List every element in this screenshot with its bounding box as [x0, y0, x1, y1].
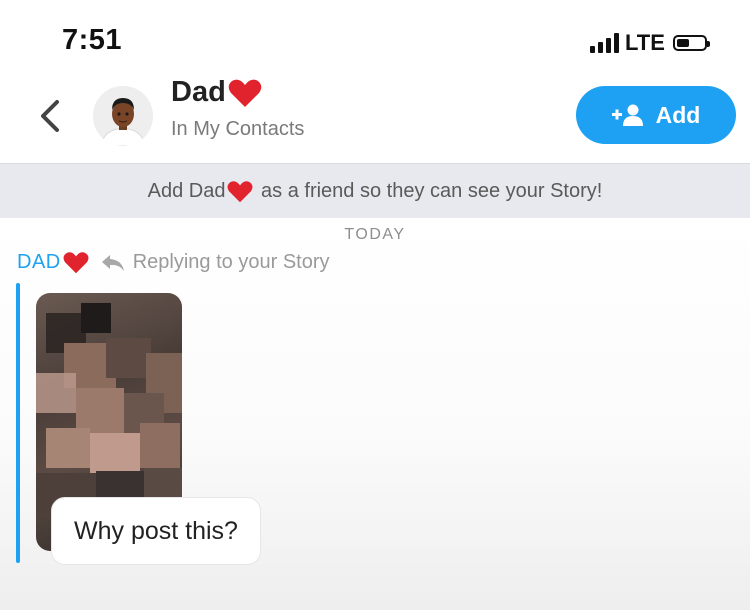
censor-block [140, 423, 180, 468]
add-friend-banner: Add Dad as a friend so they can see your… [0, 163, 750, 219]
censor-block [76, 388, 124, 433]
reply-arrow-icon [101, 254, 124, 271]
bitmoji-avatar-icon [93, 86, 153, 146]
censor-block [46, 428, 90, 468]
heart-icon [228, 79, 262, 107]
reply-indicator-bar [16, 283, 20, 563]
status-indicators: LTE [590, 30, 710, 56]
contact-name-text: Dad [171, 76, 226, 108]
add-button-label: Add [655, 101, 701, 128]
banner-text-end: as a friend so they can see your Story! [255, 180, 603, 202]
reply-context: Replying to your Story [101, 251, 330, 274]
message-header: DAD Replying to your Story [17, 251, 330, 274]
reply-context-text: Replying to your Story [132, 251, 330, 273]
avatar[interactable] [93, 86, 153, 146]
censor-block [106, 338, 151, 378]
censor-block [36, 373, 76, 413]
heart-icon [63, 252, 89, 274]
banner-text-start: Add Dad [147, 180, 226, 202]
contact-subtitle: In My Contacts [171, 118, 305, 140]
censor-block [90, 433, 140, 473]
add-friend-button[interactable]: Add [576, 86, 736, 144]
chevron-left-icon [41, 100, 59, 132]
message-bubble: Why post this? [51, 497, 261, 565]
heart-icon [228, 181, 253, 203]
network-label: LTE [625, 30, 665, 55]
chat-screen: 7:51 LTE Dad In My Contacts Add Add Dad … [0, 0, 750, 610]
censor-block [81, 303, 111, 333]
status-time: 7:51 [62, 24, 123, 56]
add-friend-icon [611, 104, 643, 126]
contact-name[interactable]: Dad [171, 76, 262, 109]
sender-name: DAD [17, 251, 61, 273]
battery-icon [672, 35, 710, 51]
date-divider: TODAY [344, 226, 406, 243]
back-button[interactable] [30, 96, 70, 136]
signal-icon [590, 33, 619, 53]
